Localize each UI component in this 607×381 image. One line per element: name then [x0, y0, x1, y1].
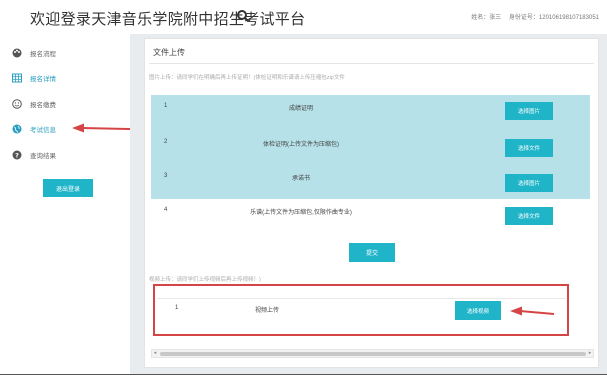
panel-title: 文件上传 [153, 48, 185, 57]
user-id: 身份证号：120106198107183051 [508, 15, 599, 21]
row-name: 视频上传 [255, 308, 280, 314]
question-icon: ? [12, 150, 22, 160]
select-image-button[interactable]: 选择图片 [505, 102, 553, 120]
annotation-arrow-video [510, 306, 555, 316]
user-name: 姓名：张三 [471, 15, 502, 21]
sidebar: 报名流程 报名详情 报名缴费 考试信息 ? 查询结果 退出登录 [0, 34, 128, 374]
image-upload-hint: 图片上传：请同学们在明确后再上传证明！(体检证明和乐谱请上传压缩包zip文件 [149, 75, 345, 81]
upload-row: 4 乐谱(上传文件为压缩包,仅限作曲专业) 选择文件 [151, 199, 590, 231]
sidebar-item-label: 查询结果 [30, 153, 56, 160]
globe-icon [12, 124, 22, 134]
sidebar-item-results[interactable]: ? 查询结果 [12, 148, 56, 162]
row-name: 承诺书 [291, 176, 310, 182]
annotation-highlight-box: 1 视频上传 选择视频 [153, 284, 569, 336]
sidebar-item-registration-process[interactable]: 报名流程 [12, 46, 56, 60]
select-image-button[interactable]: 选择图片 [505, 174, 553, 192]
sidebar-item-exam-info[interactable]: 考试信息 [12, 122, 56, 136]
select-file-button[interactable]: 选择文件 [505, 139, 553, 157]
video-upload-hint: 视频上传：请同学们上传视频后再上传视频！) [149, 277, 261, 283]
app-title: 欢迎登录天津音乐学院附中招生考试平台 [30, 11, 306, 28]
bottom-border [0, 374, 607, 375]
sidebar-item-label: 考试信息 [30, 127, 56, 134]
scroll-left-icon[interactable]: ◂ [152, 350, 158, 357]
logout-button[interactable]: 退出登录 [43, 179, 93, 197]
horizontal-scrollbar[interactable]: ◂ ▸ [151, 349, 594, 358]
sidebar-item-label: 报名缴费 [30, 102, 56, 109]
table-icon [12, 73, 22, 83]
sidebar-item-label: 报名详情 [30, 76, 56, 83]
row-name: 体检证明(上传文件为压缩包) [263, 142, 339, 148]
divider [149, 63, 594, 64]
row-number: 1 [175, 305, 179, 311]
scroll-thumb[interactable] [160, 352, 586, 356]
scroll-right-icon[interactable]: ▸ [587, 350, 593, 357]
submit-button[interactable]: 提交 [349, 243, 395, 262]
svg-text:?: ? [15, 151, 19, 159]
user-info: 姓名：张三 身份证号：120106198107183051 [465, 12, 599, 21]
upload-row: 3 承诺书 选择图片 [151, 165, 590, 199]
upload-row: 2 体检证明(上传文件为压缩包) 选择文件 [151, 129, 590, 165]
sidebar-item-label: 报名流程 [30, 51, 56, 58]
sidebar-item-payment[interactable]: 报名缴费 [12, 97, 56, 111]
search-icon[interactable] [236, 9, 250, 23]
annotation-arrow-sidebar [72, 123, 131, 133]
select-file-button[interactable]: 选择文件 [505, 207, 553, 225]
row-name: 乐谱(上传文件为压缩包,仅限作曲专业) [250, 210, 352, 216]
top-bar: 欢迎登录天津音乐学院附中招生考试平台 姓名：张三 身份证号：1201061981… [0, 0, 607, 34]
video-upload-row: 1 视频上传 选择视频 [157, 298, 565, 328]
sidebar-item-registration-details[interactable]: 报名详情 [12, 71, 56, 85]
smile-icon [12, 99, 22, 109]
upload-panel: 文件上传 图片上传：请同学们在明确后再上传证明！(体检证明和乐谱请上传压缩包zi… [144, 38, 599, 368]
palette-icon [12, 48, 22, 58]
select-video-button[interactable]: 选择视频 [455, 301, 501, 320]
upload-row: 1 成绩证明 选择图片 [151, 95, 590, 129]
row-name: 成绩证明 [288, 106, 313, 112]
